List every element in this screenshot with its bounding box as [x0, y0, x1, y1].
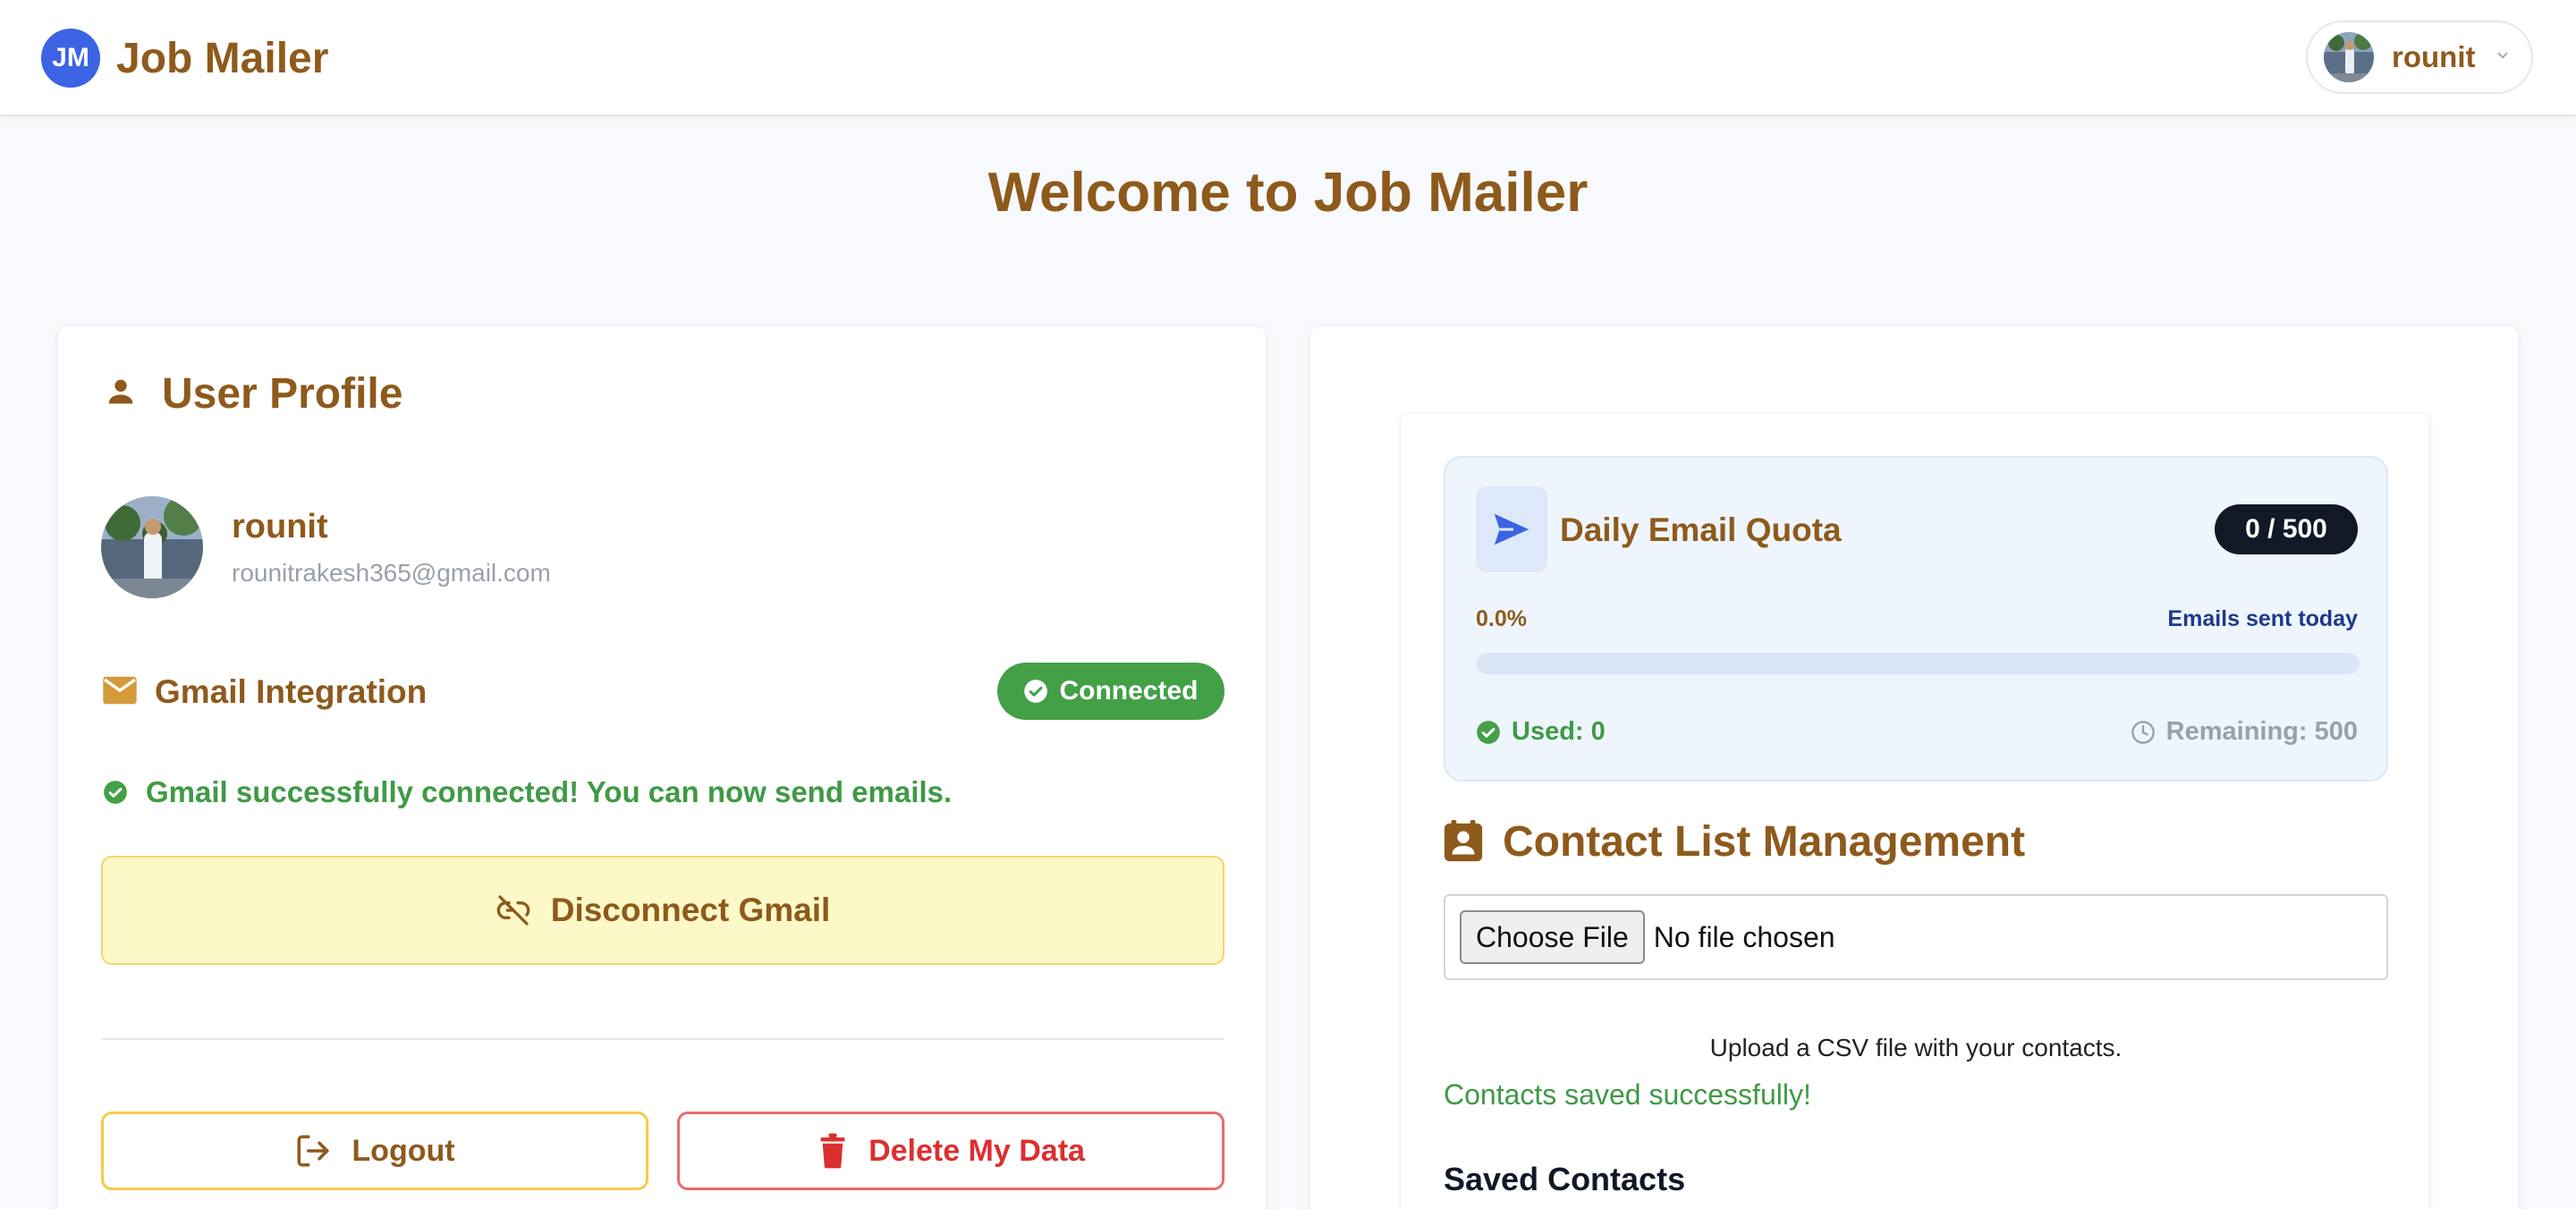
user-profile-heading: User Profile — [103, 369, 402, 418]
check-circle-icon — [1024, 680, 1048, 703]
person-icon — [103, 374, 139, 414]
mail-icon — [101, 675, 139, 710]
logout-label: Logout — [352, 1133, 455, 1168]
success-text: Gmail successfully connected! You can no… — [146, 775, 953, 808]
send-icon-wrapper — [1476, 486, 1547, 572]
user-avatar — [2324, 32, 2374, 82]
contact-list-title: Contact List Management — [1503, 818, 2026, 866]
trash-icon — [820, 1133, 845, 1169]
quota-count-badge: 0 / 500 — [2215, 504, 2358, 554]
disconnect-gmail-button[interactable]: Disconnect Gmail — [101, 856, 1224, 965]
delete-data-label: Delete My Data — [869, 1133, 1085, 1168]
gmail-integration-row: Gmail Integration Connected — [101, 663, 1224, 722]
contacts-icon — [1444, 819, 1483, 861]
logout-icon — [297, 1135, 329, 1167]
quota-remaining: Remaining: 500 — [2131, 717, 2358, 747]
chevron-down-icon — [2495, 47, 2511, 68]
quota-label: Emails sent today — [2167, 606, 2358, 631]
status-badge-label: Connected — [1059, 676, 1199, 706]
daily-quota-panel: Daily Email Quota 0 / 500 0.0% Emails se… — [1444, 456, 2388, 782]
disconnect-gmail-label: Disconnect Gmail — [550, 892, 831, 928]
profile-info: rounit rounitrakesh365@gmail.com — [101, 496, 551, 598]
send-icon — [1494, 513, 1530, 545]
upload-hint: Upload a CSV file with your contacts. — [1709, 1034, 2123, 1061]
app-name: Job Mailer — [116, 34, 329, 82]
saved-contacts-heading: Saved Contacts — [1444, 1161, 1686, 1197]
logout-button[interactable]: Logout — [101, 1112, 648, 1190]
gmail-integration-title: Gmail Integration — [155, 673, 428, 710]
user-menu-button[interactable]: rounit — [2306, 21, 2533, 94]
quota-progress-bar — [1476, 653, 2360, 674]
used-text: Used: 0 — [1512, 717, 1606, 746]
profile-name: rounit — [232, 507, 328, 545]
check-circle-icon — [1477, 720, 1500, 744]
user-menu-name: rounit — [2392, 40, 2476, 73]
contacts-saved-message: Contacts saved successfully! — [1444, 1078, 1811, 1111]
brand-logo: JM — [41, 29, 100, 88]
user-profile-card: User Profile rounit rounitrakesh365@gmai… — [57, 326, 1267, 1209]
avatar — [101, 496, 203, 598]
quota-percent: 0.0% — [1476, 606, 1527, 631]
status-badge: Connected — [997, 663, 1224, 720]
remaining-text: Remaining: 500 — [2165, 717, 2358, 746]
brand[interactable]: JM Job Mailer — [41, 29, 328, 88]
top-navbar: JM Job Mailer rounit — [0, 0, 2576, 116]
file-status: No file chosen — [1653, 920, 1835, 953]
profile-email: rounitrakesh365@gmail.com — [232, 558, 551, 587]
quota-title: Daily Email Quota — [1560, 512, 1842, 548]
unlink-icon — [496, 895, 530, 926]
inner-panel: Daily Email Quota 0 / 500 0.0% Emails se… — [1400, 412, 2430, 1209]
divider — [101, 1038, 1224, 1040]
quota-used: Used: 0 — [1476, 717, 1606, 747]
choose-file-button[interactable]: Choose File — [1460, 910, 1645, 964]
email-dashboard-card: Daily Email Quota 0 / 500 0.0% Emails se… — [1309, 326, 2519, 1209]
csv-file-input[interactable]: Choose File No file chosen — [1444, 894, 2388, 980]
section-title: User Profile — [162, 370, 403, 418]
clock-icon — [2131, 720, 2155, 744]
delete-data-button[interactable]: Delete My Data — [677, 1112, 1224, 1190]
check-circle-icon — [104, 781, 127, 804]
contact-list-heading: Contact List Management — [1444, 817, 2025, 867]
page-title: Welcome to Job Mailer — [987, 162, 1589, 224]
gmail-success-message: Gmail successfully connected! You can no… — [103, 775, 952, 809]
